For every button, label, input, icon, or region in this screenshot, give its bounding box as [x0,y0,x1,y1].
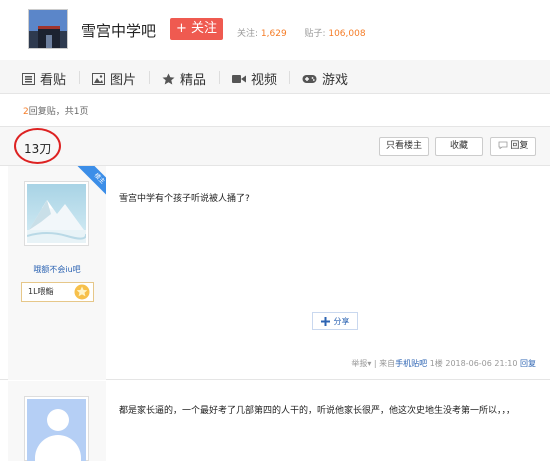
reply-button[interactable]: 回复 [490,137,536,156]
forum-logo[interactable] [28,9,68,49]
comment-icon [498,141,507,150]
nav-label-pictures: 图片 [110,73,137,88]
followers-label: 关注: [237,29,259,39]
forum-name[interactable]: 雪宫中学吧 [81,20,156,41]
op-badge: 楼主 [76,166,106,196]
avatar-default[interactable] [24,396,89,461]
follow-button[interactable]: + 关注 [170,18,223,40]
reply-button-label: 回复 [510,141,529,151]
gamepad-icon [302,74,317,83]
floor-number: 1楼 [429,359,443,368]
nav-label-games: 游戏 [322,73,349,88]
video-icon [232,74,246,83]
report-dropdown-icon[interactable]: ▾ [367,359,371,368]
nav-label-video: 视频 [251,73,278,88]
post-timestamp: 2018-06-06 21:10 [445,359,518,368]
favorite-button[interactable]: 收藏 [435,137,483,156]
only-op-button[interactable]: 只看楼主 [379,137,429,156]
nav-item-pictures[interactable]: 图片 [92,69,136,88]
picture-icon [92,72,105,85]
user-level[interactable]: 1L喂鮨 [21,282,94,302]
post-content: 雪宫中学有个孩子听说被人捅了? [119,194,250,204]
user-level-text: 1L喂鮨 [28,287,54,296]
followers-count: 1,629 [260,29,287,39]
thread-title-bar: 13刀 只看楼主 收藏 回复 [0,126,550,166]
post-floor-1: 哦额不会iu吧 1L喂鮨 楼主 雪宫中学有个孩子听说被人捅了? 分享 举报▾ |… [0,166,550,380]
forum-stats: 关注: 1,629 贴子: 106,008 [237,26,366,39]
reply-count-info: 2回复贴，共1页 [23,104,88,117]
nav-item-posts[interactable]: 看贴 [22,69,66,88]
post-meta: 举报▾ | 来自手机贴吧 1楼 2018-06-06 21:10 回复 [351,359,536,368]
annotation-circle [14,128,61,164]
post-author-name[interactable]: 哦额不会iu吧 [8,264,106,275]
nav-label-posts: 看贴 [40,73,67,88]
post-content-2: 都是家长逼的，一个最好考了几部第四的人干的，听说他家长很严，他这次史地生没考第一… [119,406,516,416]
share-label: 分享 [333,316,350,326]
star-icon [162,73,175,84]
author-panel: 哦额不会iu吧 1L喂鮨 [8,166,106,380]
source-link[interactable]: 手机贴吧 [395,359,427,368]
report-link[interactable]: 举报 [351,359,367,368]
forum-header: 雪宫中学吧 + 关注 关注: 1,629 贴子: 106,008 [0,0,550,58]
reply-link[interactable]: 回复 [520,359,536,368]
forum-nav: 看贴 图片 精品 视频 游戏 [0,60,550,94]
share-button[interactable]: 分享 [312,312,358,330]
nav-item-video[interactable]: 视频 [232,69,277,88]
level-star-icon [74,284,90,300]
plus-icon [320,316,330,326]
reply-count-text: 回复贴，共1页 [28,107,89,117]
nav-item-games[interactable]: 游戏 [302,69,348,88]
posts-label: 贴子: [304,29,326,39]
nav-label-featured: 精品 [180,73,207,88]
source-prefix: 来自 [379,359,396,368]
posts-count: 106,008 [328,29,366,39]
list-icon [22,72,35,85]
nav-item-featured[interactable]: 精品 [162,69,206,88]
